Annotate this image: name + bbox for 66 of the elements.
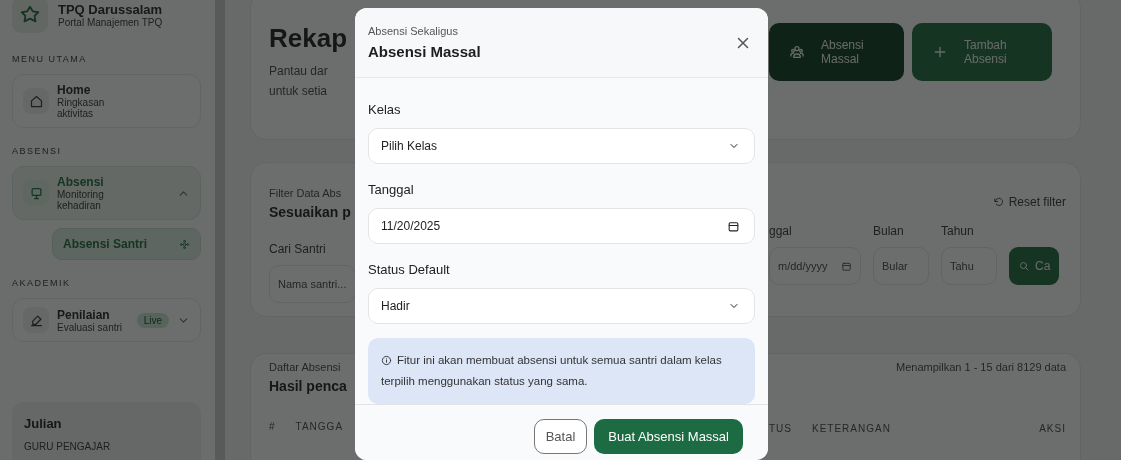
- input-field[interactable]: Tahu: [941, 247, 997, 285]
- search-button[interactable]: Ca: [1009, 247, 1060, 285]
- input-field[interactable]: Nama santri...: [269, 265, 356, 303]
- table-title: Hasil penca: [269, 377, 348, 396]
- info-icon: [381, 355, 392, 366]
- filter-eyebrow: Filter Data Abs: [269, 186, 343, 201]
- field-label: Bulan: [873, 223, 905, 239]
- search-icon: [1018, 260, 1030, 272]
- table-eyebrow: Daftar Absensi: [269, 360, 342, 375]
- plus-icon: [932, 44, 948, 60]
- brand-title: TPQ Darussalam: [58, 2, 164, 17]
- create-button[interactable]: Buat Absensi Massal: [594, 419, 743, 454]
- page-description: untuk setia: [269, 83, 329, 100]
- select-field[interactable]: Hadir: [368, 288, 755, 324]
- field-label: ggal: [769, 223, 793, 239]
- monitor-icon: [28, 185, 44, 201]
- date-field[interactable]: m/dd/yyyy: [769, 247, 861, 285]
- live-badge: Live: [136, 312, 169, 328]
- select-field[interactable]: Pilih Kelas: [368, 128, 755, 164]
- page-description: Pantau dar: [269, 63, 329, 80]
- reset-icon: [992, 196, 1004, 208]
- home-icon: [28, 93, 44, 109]
- user-role: GURU PENGAJAR: [24, 441, 112, 452]
- add-attendance-button[interactable]: Tambah Absensi: [912, 23, 1052, 81]
- cancel-button[interactable]: Batal: [533, 419, 588, 454]
- nav-item[interactable]: Home Ringkasan aktivitas: [12, 74, 201, 128]
- calendar-icon: [841, 260, 852, 272]
- column-header: #: [269, 420, 276, 434]
- logo-icon: [12, 0, 48, 33]
- users-icon: [789, 44, 805, 60]
- column-header: AKSI: [1039, 422, 1066, 436]
- nav-item[interactable]: Absensi Monitoring kehadiran: [12, 166, 201, 220]
- nav-caption: Evaluasi santri: [57, 321, 123, 333]
- section-heading: ABSENSI: [12, 146, 63, 156]
- field-label: Tanggal: [368, 182, 415, 198]
- filter-title: Sesuaikan p: [269, 203, 352, 222]
- field-label: Cari Santri: [269, 241, 327, 257]
- nav-label: Absensi Santri: [63, 237, 148, 251]
- field-label: Status Default: [368, 262, 451, 278]
- info-message: Fitur ini akan membuat absensi untuk semua santri dalam kelas terpilih menggunakan status yang sama.: [368, 338, 755, 404]
- column-header: TUS: [769, 422, 792, 436]
- nav-label: Absensi: [57, 175, 105, 189]
- nav-caption: Monitoring kehadiran: [57, 189, 105, 211]
- nav-caption: Ringkasan aktivitas: [57, 97, 106, 119]
- result-summary: Menampilkan 1 - 15 dari 8129 data: [896, 360, 1066, 375]
- nav-label: Penilaian: [57, 307, 111, 322]
- reset-filter-button[interactable]: Reset filter: [992, 195, 1066, 209]
- modal-title: Absensi Massal: [368, 43, 481, 60]
- section-heading: MENU UTAMA: [12, 54, 88, 64]
- user-name: Julian: [24, 416, 63, 431]
- mass-attendance-button[interactable]: Absensi Massal: [769, 23, 904, 81]
- page-title: Rekap: [269, 23, 349, 53]
- date-field[interactable]: 11/20/2025: [368, 208, 755, 244]
- input-field[interactable]: Bular: [873, 247, 929, 285]
- edit-icon: [28, 312, 44, 328]
- nav-label: Home: [57, 83, 92, 97]
- field-label: Tahun: [941, 223, 975, 239]
- nav-subitem[interactable]: Absensi Santri: [52, 228, 201, 260]
- section-heading: AKADEMIK: [12, 278, 72, 288]
- modal-eyebrow: Absensi Sekaligus: [368, 25, 459, 37]
- field-label: Kelas: [368, 102, 402, 118]
- brand-subtitle: Portal Manajemen TPQ: [58, 17, 164, 28]
- calendar-icon: [727, 219, 740, 233]
- column-header: KETERANGAN: [812, 422, 891, 436]
- nav-item[interactable]: Penilaian Evaluasi santri Live: [12, 298, 201, 342]
- column-header: TANGGA: [295, 420, 344, 434]
